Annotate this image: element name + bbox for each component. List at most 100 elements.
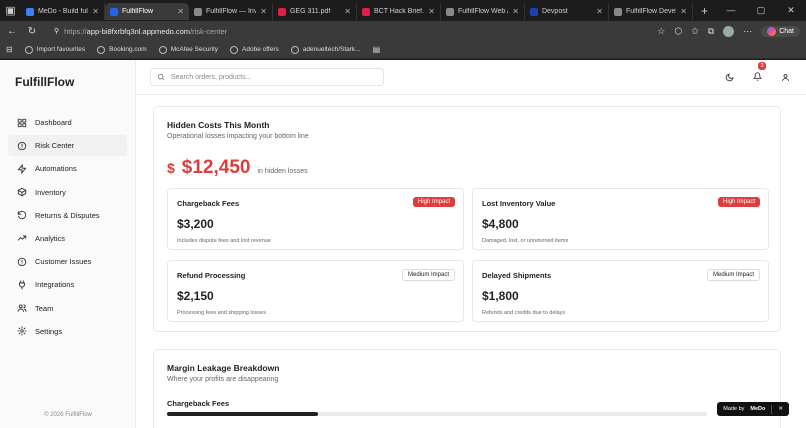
tab-favicon bbox=[529, 7, 538, 16]
badge-divider bbox=[771, 404, 773, 414]
margin-leakage-card: Margin Leakage Breakdown Where your prof… bbox=[153, 349, 781, 428]
tab-close-icon[interactable]: ✕ bbox=[428, 7, 435, 16]
favorites-icon[interactable]: ✩ bbox=[691, 26, 699, 37]
app-window: FulfillFlow Dashboard Risk Center Automati… bbox=[0, 60, 806, 428]
margin-leakage-subtitle: Where your profits are disappearing bbox=[167, 376, 279, 383]
tab-label: GEG 311.pdf bbox=[289, 8, 331, 15]
copilot-chat-button[interactable]: Chat bbox=[761, 25, 800, 37]
reload-icon[interactable]: ↻ bbox=[26, 26, 38, 37]
favorite-link[interactable]: Adobe offers bbox=[230, 45, 279, 54]
user-account-icon[interactable] bbox=[781, 73, 790, 82]
impact-badge: High Impact bbox=[412, 197, 455, 207]
tab-favicon bbox=[445, 7, 454, 16]
tab-close-icon[interactable]: ✕ bbox=[260, 7, 267, 16]
browser-tab[interactable]: MeDo - Build full-st ✕ bbox=[21, 3, 105, 20]
sidebar-item-customer-issues[interactable]: Customer Issues bbox=[8, 251, 127, 272]
tab-favicon bbox=[361, 7, 370, 16]
tab-search-icon[interactable]: ⊟ bbox=[6, 45, 13, 54]
search-placeholder: Search orders, products... bbox=[171, 73, 252, 81]
made-by-prefix: Made by bbox=[723, 406, 745, 412]
browser-tab[interactable]: GEG 311.pdf ✕ bbox=[273, 3, 357, 20]
tab-label: FulfillFlow Develop bbox=[625, 8, 676, 15]
sidebar-item-label: Settings bbox=[35, 326, 63, 336]
favorite-link[interactable]: Import favourites bbox=[24, 45, 85, 54]
alert-info-icon bbox=[17, 257, 27, 266]
site-info-icon[interactable]: ⚲ bbox=[54, 27, 59, 35]
made-by-brand: MeDo bbox=[750, 406, 766, 412]
close-badge-icon[interactable]: ✕ bbox=[778, 406, 783, 412]
sidebar-item-settings[interactable]: Settings bbox=[8, 321, 127, 342]
tab-close-icon[interactable]: ✕ bbox=[177, 7, 184, 16]
search-icon bbox=[157, 73, 165, 81]
browser-tab[interactable]: FulfillFlow ✕ bbox=[104, 3, 189, 20]
browser-tab[interactable]: FulfillFlow Develop ✕ bbox=[609, 3, 693, 20]
new-tab-button[interactable]: + bbox=[693, 4, 716, 18]
browser-tab[interactable]: FulfillFlow Web Ap ✕ bbox=[441, 3, 525, 20]
cost-description: Includes dispute fees and lost revenue bbox=[177, 238, 271, 244]
leak-progress-fill bbox=[167, 412, 319, 416]
favorite-link[interactable]: adenueltech/Stark... bbox=[290, 45, 361, 54]
sidebar-item-automations[interactable]: Automations bbox=[8, 158, 127, 179]
favorite-link[interactable]: McAfee Security bbox=[158, 45, 218, 54]
sidebar-item-analytics[interactable]: Analytics bbox=[8, 228, 127, 249]
tab-close-icon[interactable]: ✕ bbox=[92, 7, 99, 16]
brand-logo: FulfillFlow bbox=[15, 75, 75, 89]
sidebar-item-inventory[interactable]: Inventory bbox=[8, 182, 127, 203]
sidebar-nav: Dashboard Risk Center Automations Inventory… bbox=[0, 106, 135, 342]
notifications-button[interactable]: 3 bbox=[752, 62, 766, 86]
tab-actions-icon[interactable]: ▣ bbox=[0, 0, 21, 21]
leak-progress-bar bbox=[167, 412, 707, 416]
sidebar-item-label: Dashboard bbox=[35, 118, 72, 127]
tab-close-icon[interactable]: ✕ bbox=[344, 7, 351, 16]
trending-up-icon bbox=[17, 235, 27, 241]
sidebar-item-team[interactable]: Team bbox=[8, 298, 127, 319]
leak-row-label: Chargeback Fees bbox=[167, 399, 230, 408]
impact-badge: Medium Impact bbox=[706, 269, 760, 281]
sidebar-item-label: Integrations bbox=[35, 280, 75, 290]
sidebar-item-returns-disputes[interactable]: Returns & Disputes bbox=[8, 205, 127, 226]
browser-tab-bar: ▣ MeDo - Build full-st✕FulfillFlow✕Fulfi… bbox=[0, 0, 806, 21]
browser-tab[interactable]: FulfillFlow — Inven ✕ bbox=[189, 3, 273, 20]
sidebar-item-label: Team bbox=[35, 303, 54, 313]
bell-icon bbox=[752, 72, 763, 81]
tab-close-icon[interactable]: ✕ bbox=[680, 7, 687, 16]
minimize-icon[interactable]: — bbox=[716, 5, 746, 16]
sidebar-item-label: Customer Issues bbox=[35, 257, 92, 267]
collections-icon[interactable]: ⧉ bbox=[708, 26, 714, 37]
back-icon[interactable]: ← bbox=[6, 26, 18, 37]
reading-list-icon[interactable]: ▤ bbox=[373, 45, 381, 54]
extensions-icon[interactable]: ⬡ bbox=[674, 26, 682, 37]
hidden-costs-subtitle: Operational losses impacting your bottom… bbox=[167, 133, 309, 140]
sidebar-item-label: Risk Center bbox=[35, 141, 75, 151]
sidebar-footer: © 2026 FulfillFlow bbox=[44, 412, 92, 418]
tab-label: FulfillFlow Web Ap bbox=[457, 8, 508, 15]
sidebar-item-risk-center[interactable]: Risk Center bbox=[8, 135, 127, 157]
search-input[interactable]: Search orders, products... bbox=[150, 68, 384, 86]
margin-leakage-title: Margin Leakage Breakdown bbox=[167, 363, 280, 373]
profile-avatar[interactable] bbox=[723, 25, 735, 37]
favorite-icon bbox=[97, 45, 106, 54]
favorite-star-icon[interactable]: ☆ bbox=[657, 26, 665, 37]
cost-description: Processing fees and shipping losses bbox=[177, 310, 266, 316]
main-content: Search orders, products... 3 Hidden Cost… bbox=[136, 60, 806, 428]
cost-name: Chargeback Fees bbox=[177, 199, 240, 208]
made-by-badge[interactable]: Made by MeDo ✕ bbox=[717, 402, 789, 416]
sidebar-item-integrations[interactable]: Integrations bbox=[8, 274, 127, 295]
favorite-link[interactable]: Booking.com bbox=[97, 45, 147, 54]
browser-tab[interactable]: BCT Hack Brief.pdf✕ bbox=[357, 3, 441, 20]
maximize-icon[interactable]: ▢ bbox=[746, 5, 776, 16]
tab-label: MeDo - Build full-st bbox=[37, 8, 88, 15]
more-icon[interactable]: ⋯ bbox=[743, 26, 752, 37]
tab-close-icon[interactable]: ✕ bbox=[512, 7, 519, 16]
theme-toggle-moon-icon[interactable] bbox=[725, 73, 734, 82]
browser-tab[interactable]: Devpost ✕ bbox=[525, 3, 609, 20]
grid-icon bbox=[17, 118, 27, 127]
plug-icon bbox=[19, 280, 25, 290]
url-field[interactable]: ⚲ https://app-bi8fxrbfq3nl.appmedo.com/r… bbox=[46, 24, 235, 38]
tab-close-icon[interactable]: ✕ bbox=[596, 7, 603, 16]
sidebar-item-dashboard[interactable]: Dashboard bbox=[8, 112, 127, 133]
cost-value: $4,800 bbox=[482, 217, 519, 231]
close-window-icon[interactable]: ✕ bbox=[776, 5, 806, 16]
cost-description: Damaged, lost, or unreturned items bbox=[482, 238, 569, 244]
cost-description: Refunds and credits due to delays bbox=[482, 310, 566, 316]
